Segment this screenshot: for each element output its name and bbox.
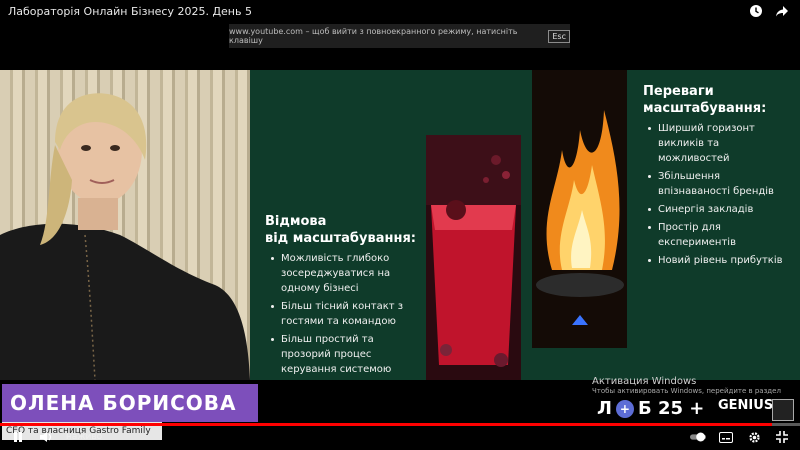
volume-icon[interactable] bbox=[38, 429, 54, 445]
list-item: Більш простий та прозорий процес керуван… bbox=[271, 332, 411, 377]
top-toolbar bbox=[748, 3, 790, 19]
watch-later-icon[interactable] bbox=[748, 3, 764, 19]
list-item: Збільшення впізнаваності брендів bbox=[648, 169, 793, 199]
list-item: Можливість глибоко зосереджуватися на од… bbox=[271, 251, 411, 296]
lob-logo-part1: Л bbox=[597, 398, 612, 419]
lob-logo: Л + Б 25 + bbox=[597, 398, 704, 419]
share-icon[interactable] bbox=[774, 3, 790, 19]
settings-gear-icon[interactable] bbox=[746, 429, 762, 445]
progress-bar-fill bbox=[0, 423, 772, 426]
right-bullet-list: Ширший горизонт викликів та можливостей … bbox=[648, 121, 793, 271]
subtitles-icon[interactable] bbox=[718, 429, 734, 445]
autoplay-toggle-icon[interactable] bbox=[690, 429, 706, 445]
cocktail-photo bbox=[426, 135, 521, 380]
plus-circle-icon: + bbox=[615, 399, 634, 418]
left-bullet-list: Можливість глибоко зосереджуватися на од… bbox=[271, 251, 411, 380]
live-indicator[interactable]: наживо bbox=[66, 432, 102, 442]
left-title-line2: від масштабування: bbox=[265, 231, 416, 246]
player-controls-right bbox=[690, 429, 790, 445]
windows-activation-title: Активация Windows bbox=[592, 376, 697, 387]
player-controls-left: наживо bbox=[10, 429, 102, 445]
lob-logo-part2: Б 25 + bbox=[637, 398, 705, 419]
webcam-feed bbox=[0, 70, 250, 380]
windows-activation-text: Чтобы активировать Windows, перейдите в … bbox=[592, 387, 781, 395]
fullscreen-hint-text: www.youtube.com – щоб вийти з повноекран… bbox=[229, 27, 518, 45]
pause-icon[interactable] bbox=[10, 429, 26, 445]
progress-bar[interactable] bbox=[0, 423, 800, 426]
right-section-title: Переваги масштабування: bbox=[643, 83, 766, 117]
list-item: Синергія закладів bbox=[648, 202, 793, 217]
list-item: Ширший горизонт викликів та можливостей bbox=[648, 121, 793, 166]
fullscreen-hint: www.youtube.com – щоб вийти з повноекран… bbox=[229, 24, 570, 48]
speaker-name: ОЛЕНА БОРИСОВА bbox=[2, 384, 258, 422]
genius-logo-icon bbox=[772, 399, 794, 421]
genius-logo-text: GENIUS bbox=[718, 398, 774, 413]
windows-activation-watermark: Активация Windows Чтобы активировать Win… bbox=[592, 376, 781, 395]
exit-fullscreen-icon[interactable] bbox=[774, 429, 790, 445]
left-title-line1: Відмова bbox=[265, 214, 327, 229]
esc-key: Esc bbox=[548, 29, 570, 43]
list-item: Новий рівень прибутків bbox=[648, 253, 793, 268]
list-item: Простір для експериментів bbox=[648, 220, 793, 250]
player-title: Лабораторія Онлайн Бізнесу 2025. День 5 bbox=[8, 5, 252, 18]
list-item: Більш тісний контакт з гостями та команд… bbox=[271, 299, 411, 329]
left-section-title: Відмова від масштабування: bbox=[265, 213, 416, 247]
speaker-figure-icon bbox=[0, 93, 250, 380]
right-title-line1: Переваги bbox=[643, 84, 714, 99]
flambe-photo bbox=[532, 70, 627, 348]
right-title-line2: масштабування: bbox=[643, 101, 767, 116]
